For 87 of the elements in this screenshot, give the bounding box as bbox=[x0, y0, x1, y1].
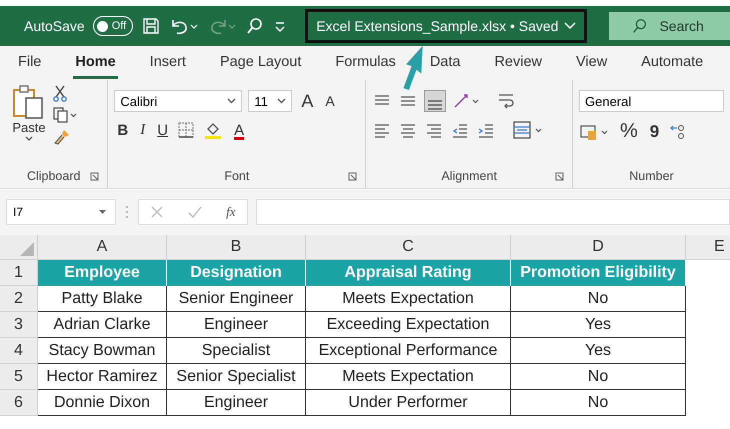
align-bottom-icon[interactable] bbox=[424, 90, 446, 112]
caret-icon bbox=[564, 22, 576, 30]
table-cell: Engineer bbox=[167, 390, 306, 416]
table-cell: Specialist bbox=[167, 338, 306, 364]
italic-button[interactable]: I bbox=[137, 122, 148, 138]
group-label: Number bbox=[629, 169, 674, 183]
header-cell: Designation bbox=[167, 260, 306, 286]
table-cell: Yes bbox=[511, 338, 686, 364]
caret-icon bbox=[277, 98, 286, 104]
document-title[interactable]: Excel Extensions_Sample.xlsx • Saved bbox=[305, 9, 588, 43]
column-header[interactable]: D bbox=[511, 235, 686, 260]
caret-icon bbox=[98, 209, 107, 215]
table-cell: Senior Engineer bbox=[167, 286, 306, 312]
font-color-button[interactable]: A bbox=[231, 122, 248, 138]
triangle-icon bbox=[20, 242, 34, 256]
decrease-font-size-button[interactable]: A bbox=[322, 93, 338, 109]
table-cell: Exceeding Expectation bbox=[306, 312, 511, 338]
dialog-launcher-icon[interactable] bbox=[348, 172, 358, 181]
column-header[interactable]: B bbox=[167, 235, 306, 260]
ribbon-tab[interactable]: View bbox=[574, 48, 610, 78]
row-header[interactable]: 6 bbox=[0, 390, 38, 416]
table-cell: Adrian Clarke bbox=[38, 312, 167, 338]
header-cell: Appraisal Rating bbox=[306, 260, 511, 286]
checkmark-icon[interactable] bbox=[187, 205, 204, 219]
row-header[interactable]: 4 bbox=[0, 338, 38, 364]
percent-style-button[interactable]: % bbox=[617, 120, 641, 143]
group-label: Clipboard bbox=[26, 169, 80, 183]
ribbon-tab[interactable]: File bbox=[16, 48, 44, 78]
ribbon-tab[interactable]: Formulas bbox=[333, 48, 398, 78]
font-size-dropdown[interactable]: 11 bbox=[248, 90, 292, 112]
search-field[interactable]: Search bbox=[609, 12, 730, 40]
ribbon-tab[interactable]: Review bbox=[492, 48, 544, 78]
increase-font-size-button[interactable]: A bbox=[298, 90, 316, 112]
paste-label[interactable]: Paste bbox=[12, 120, 46, 135]
table-cell: Under Performer bbox=[306, 390, 511, 416]
column-header[interactable]: E bbox=[686, 235, 730, 260]
number-format-dropdown[interactable]: General bbox=[579, 90, 724, 112]
table-cell: Patty Blake bbox=[38, 286, 167, 312]
bold-button[interactable]: B bbox=[114, 122, 132, 138]
ribbon-tab[interactable]: Page Layout bbox=[218, 48, 304, 78]
orientation-icon[interactable] bbox=[452, 92, 480, 110]
row-header[interactable]: 5 bbox=[0, 364, 38, 390]
underline-button[interactable]: U bbox=[154, 122, 172, 138]
row-header[interactable]: 3 bbox=[0, 312, 38, 338]
caret-icon[interactable] bbox=[24, 135, 34, 143]
drag-handle-icon[interactable] bbox=[124, 204, 130, 220]
group-label: Alignment bbox=[441, 169, 497, 183]
group-label: Font bbox=[224, 169, 250, 183]
clipboard-icon[interactable] bbox=[12, 84, 46, 120]
name-box[interactable]: I7 bbox=[6, 199, 116, 225]
header-cell: Employee bbox=[38, 260, 167, 286]
copy-icon[interactable] bbox=[52, 106, 78, 124]
save-icon[interactable] bbox=[141, 16, 162, 36]
autosave-toggle[interactable]: Off bbox=[92, 16, 134, 36]
comma-style-button[interactable]: 9 bbox=[646, 122, 662, 142]
merge-center-icon[interactable] bbox=[512, 120, 544, 140]
table-cell: Donnie Dixon bbox=[38, 390, 167, 416]
table-cell: Exceptional Performance bbox=[306, 338, 511, 364]
dialog-launcher-icon[interactable] bbox=[90, 172, 100, 181]
table-cell: No bbox=[511, 390, 686, 416]
insert-function-button[interactable]: fx bbox=[226, 204, 236, 220]
table-cell: No bbox=[511, 286, 686, 312]
table-cell: Meets Expectation bbox=[306, 364, 511, 390]
row-header[interactable]: 2 bbox=[0, 286, 38, 312]
formula-input[interactable] bbox=[256, 199, 730, 225]
font-name-dropdown[interactable]: Calibri bbox=[114, 90, 242, 112]
table-cell: Senior Specialist bbox=[167, 364, 306, 390]
ribbon-tab[interactable]: Automate bbox=[639, 48, 706, 78]
table-cell: Stacy Bowman bbox=[38, 338, 167, 364]
ribbon-tab[interactable]: Insert bbox=[148, 48, 188, 78]
header-cell: Promotion Eligibility bbox=[511, 260, 686, 286]
row-header[interactable]: 1 bbox=[0, 260, 38, 286]
dialog-launcher-icon[interactable] bbox=[555, 172, 564, 181]
column-header[interactable]: A bbox=[38, 235, 167, 260]
table-cell: Engineer bbox=[167, 312, 306, 338]
scissors-icon[interactable] bbox=[52, 84, 68, 102]
ribbon-tab[interactable]: Data bbox=[428, 48, 462, 78]
search-input[interactable]: Search bbox=[657, 17, 722, 35]
format-painter-icon[interactable] bbox=[52, 128, 72, 146]
column-header[interactable]: C bbox=[306, 235, 511, 260]
table-cell: Hector Ramirez bbox=[38, 364, 167, 390]
pointer-arrow bbox=[402, 44, 424, 90]
table-cell: Meets Expectation bbox=[306, 286, 511, 312]
caret-icon bbox=[227, 98, 236, 104]
autosave-label: AutoSave bbox=[24, 18, 85, 34]
table-cell: No bbox=[511, 364, 686, 390]
table-cell: Yes bbox=[511, 312, 686, 338]
